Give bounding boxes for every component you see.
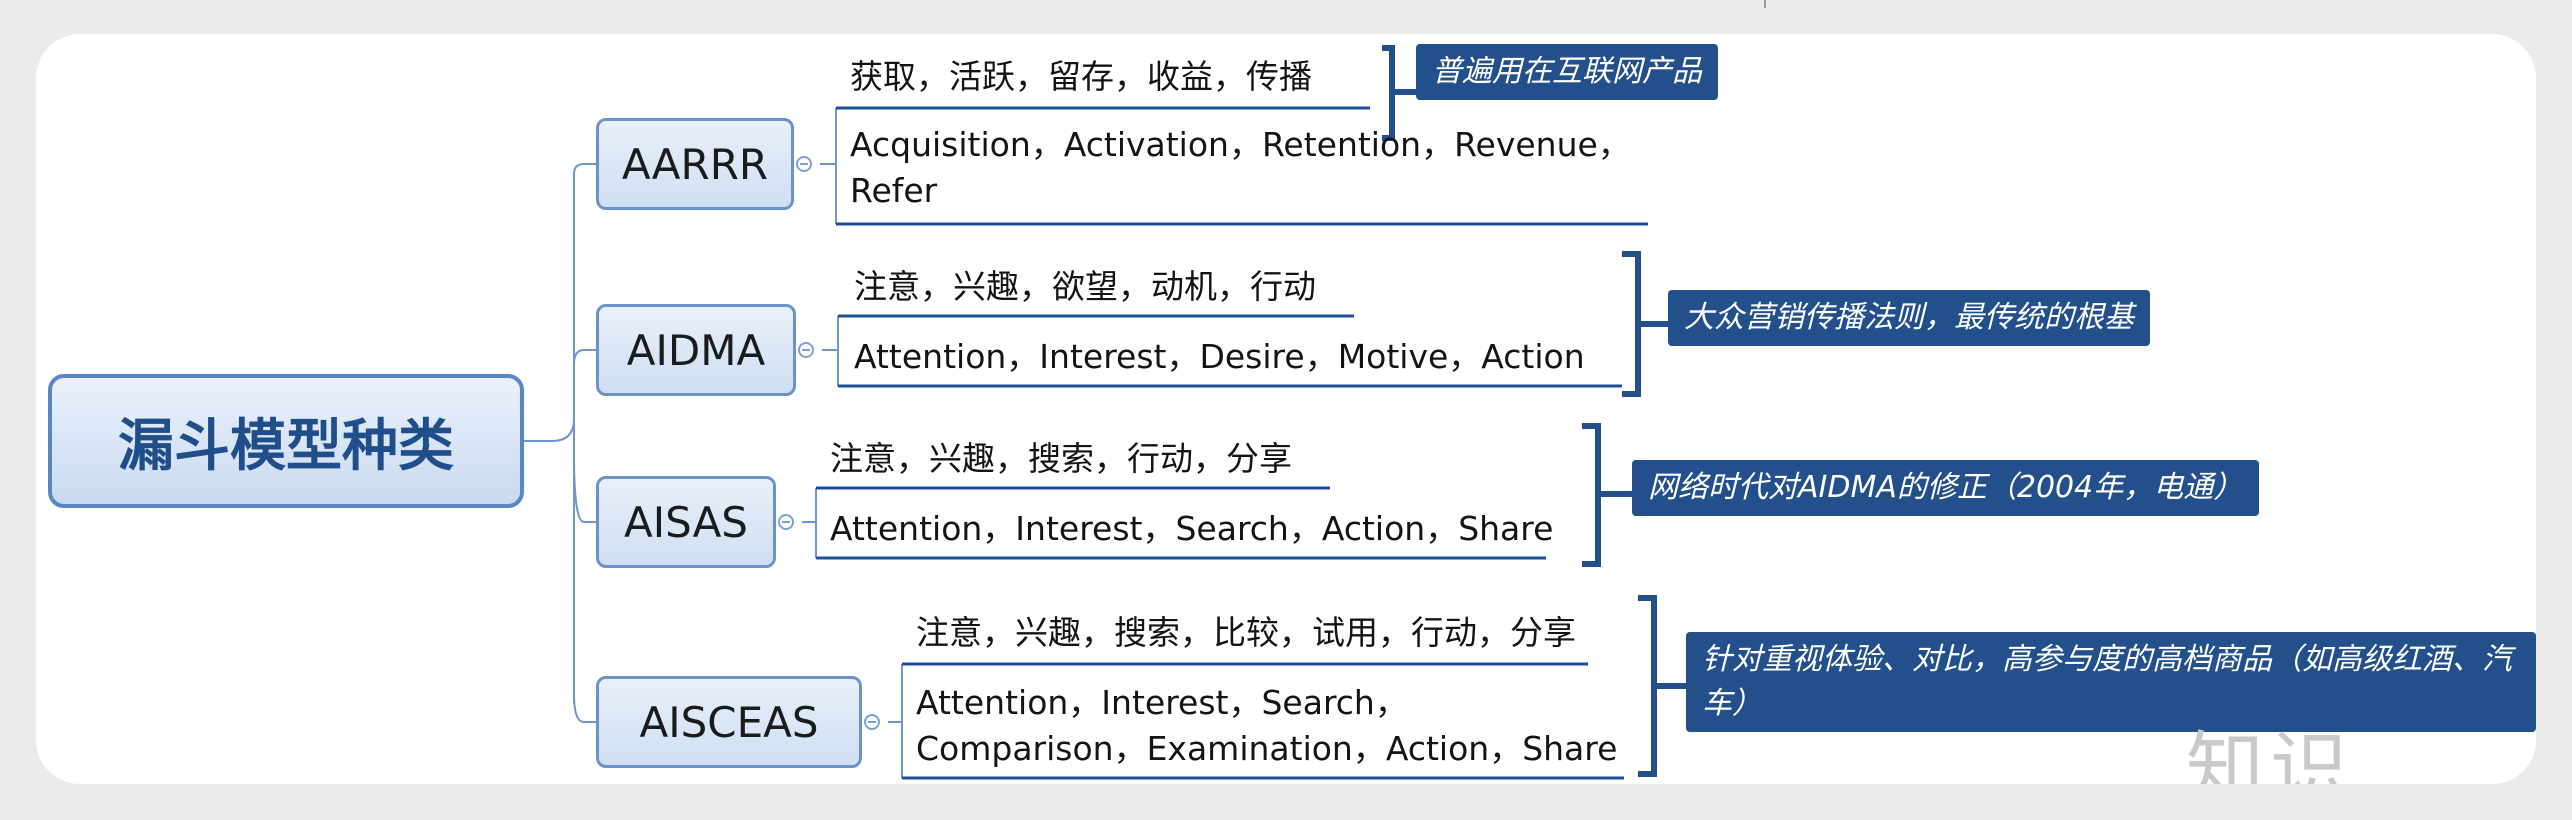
aisceas-cn-stages[interactable]: 注意，兴趣，搜索，比较，试用，行动，分享 bbox=[916, 610, 1576, 656]
aisas-cn-stages[interactable]: 注意，兴趣，搜索，行动，分享 bbox=[830, 436, 1292, 482]
aidma-cn-stages[interactable]: 注意，兴趣，欲望，动机，行动 bbox=[854, 264, 1316, 310]
aarrr-cn-stages[interactable]: 获取，活跃，留存，收益，传播 bbox=[850, 54, 1312, 100]
branch-aisas bbox=[573, 453, 596, 523]
aarrr-note[interactable]: 普遍用在互联网产品 bbox=[1416, 44, 1718, 100]
branch-aisceas bbox=[573, 693, 596, 723]
collapse-toggle-icon[interactable] bbox=[796, 156, 812, 172]
aisceas-bracket bbox=[1638, 595, 1686, 777]
aidma-note[interactable]: 大众营销传播法则，最传统的根基 bbox=[1668, 290, 2150, 346]
mind-map-canvas: 漏斗模型种类 AARRR 获取，活跃，留存，收益，传播 Acquisition，… bbox=[36, 34, 2536, 784]
collapse-toggle-icon[interactable] bbox=[778, 514, 794, 530]
aidma-en-stages[interactable]: Attention，Interest，Desire，Motive，Action bbox=[854, 334, 1585, 380]
aidma-bracket bbox=[1622, 251, 1668, 397]
collapse-toggle-icon[interactable] bbox=[798, 342, 814, 358]
aisceas-sub-line bbox=[888, 664, 903, 778]
collapse-toggle-icon[interactable] bbox=[864, 714, 880, 730]
aarrr-sub-line bbox=[820, 108, 837, 224]
root-node[interactable]: 漏斗模型种类 bbox=[48, 374, 524, 508]
aisas-en-stages[interactable]: Attention，Interest，Search，Action，Share bbox=[830, 506, 1553, 552]
branch-aarrr bbox=[573, 163, 596, 175]
node-aarrr[interactable]: AARRR bbox=[596, 118, 794, 210]
node-aisas[interactable]: AISAS bbox=[596, 476, 776, 568]
aisceas-note[interactable]: 针对重视体验、对比，高参与度的高档商品（如高级红酒、汽车） bbox=[1686, 632, 2536, 732]
aisceas-en-stages[interactable]: Attention，Interest，Search，Comparison，Exa… bbox=[916, 680, 1636, 772]
aisas-note[interactable]: 网络时代对AIDMA的修正（2004年，电通） bbox=[1632, 460, 2260, 516]
aisas-bracket bbox=[1582, 423, 1632, 567]
aisas-sub-line bbox=[802, 488, 817, 558]
aidma-sub-line bbox=[822, 316, 839, 386]
edge-tick-mark bbox=[1764, 0, 1766, 8]
node-aidma[interactable]: AIDMA bbox=[596, 304, 796, 396]
aarrr-en-stages[interactable]: Acquisition，Activation，Retention，Revenue… bbox=[850, 122, 1650, 214]
watermark-text: 知识 bbox=[2186, 724, 2355, 784]
node-aisceas[interactable]: AISCEAS bbox=[596, 676, 862, 768]
